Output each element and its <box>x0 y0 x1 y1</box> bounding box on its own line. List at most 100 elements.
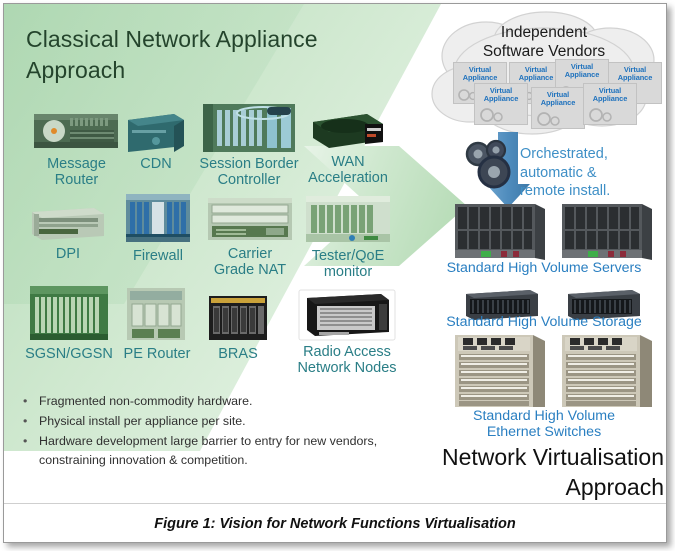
appliance-label-line1: Firewall <box>133 248 183 264</box>
session-border-controller-icon <box>203 104 295 152</box>
sgsn-ggsn-icon <box>30 286 108 340</box>
orchestration-line2: automatic & <box>520 164 597 181</box>
appliance-tester-qoe-monitor[interactable]: Tester/QoE monitor <box>298 192 398 280</box>
list-item: • Fragmented non-commodity hardware. <box>18 392 418 411</box>
page-title-virtualisation: Network Virtualisation Approach <box>414 442 664 503</box>
orchestration-line3: remote install. <box>520 183 611 200</box>
appliance-label-line1: DPI <box>55 246 81 262</box>
appliance-label-line1: PE Router <box>123 346 191 362</box>
va-line2: Appliance <box>564 70 600 80</box>
gear-icon <box>480 108 503 122</box>
appliance-label-line2: Controller <box>217 172 281 189</box>
servers-label: Standard High Volume Servers <box>446 260 642 276</box>
appliance-label-line1: Tester/QoE <box>311 248 385 264</box>
appliance-label-line1: CDN <box>140 156 172 172</box>
slide-canvas: Classical Network Appliance Approach Mes… <box>4 4 666 504</box>
dpi-icon <box>32 208 104 240</box>
appliance-label: WAN Acceleration <box>300 154 396 186</box>
virtual-appliance-box[interactable]: Virtual Appliance <box>583 83 637 125</box>
bullet-marker: • <box>23 394 28 408</box>
isv-title-line1: Independent <box>500 24 588 41</box>
va-line2: Appliance <box>592 94 628 104</box>
appliance-label-line1: Radio Access <box>303 344 391 360</box>
list-item: • Hardware development large barrier to … <box>18 432 418 470</box>
storage-label: Standard High Volume Storage <box>446 314 642 330</box>
isv-title: Independent Software Vendors <box>424 24 664 61</box>
va-line2: Appliance <box>483 94 519 104</box>
appliance-bras[interactable]: BRAS <box>200 292 276 362</box>
virtual-appliance-label: Virtual Appliance <box>609 63 661 83</box>
figure-frame: Classical Network Appliance Approach Mes… <box>3 3 667 543</box>
appliance-label-line2: Router <box>54 172 99 189</box>
appliance-label-line1: Carrier <box>227 246 273 262</box>
cdn-icon <box>128 114 184 152</box>
virtual-appliance-label: Virtual Appliance <box>532 88 584 108</box>
appliance-label-line1: Message <box>47 156 106 172</box>
appliance-message-router[interactable]: Message Router <box>24 108 129 188</box>
appliance-firewall[interactable]: Firewall <box>116 190 200 264</box>
nv-title-line1: Network Virtualisation <box>441 444 664 470</box>
va-line2: Appliance <box>462 73 498 83</box>
appliance-label-line2: monitor <box>323 264 373 281</box>
appliance-label-line1: SGSN/GGSN <box>25 346 113 362</box>
virtual-appliance-box[interactable]: Virtual Appliance <box>474 83 528 125</box>
appliance-session-border-controller[interactable]: Session Border Controller <box>190 102 308 188</box>
isv-title-line2: Software Vendors <box>482 42 606 60</box>
appliance-wan-acceleration[interactable]: WAN Acceleration <box>300 110 396 186</box>
appliance-carrier-grade-nat[interactable]: Carrier Grade NAT <box>198 194 302 278</box>
tester-qoe-monitor-icon <box>306 196 390 242</box>
gear-icon <box>589 108 612 122</box>
virtual-appliance-label: Virtual Appliance <box>556 60 608 80</box>
bras-icon <box>209 296 267 340</box>
radio-access-network-nodes-icon <box>298 289 396 341</box>
bullet-marker: • <box>23 413 28 428</box>
page-title-classical: Classical Network Appliance Approach <box>26 24 356 85</box>
wan-acceleration-icon <box>313 114 383 148</box>
figure-caption-text: Figure 1: Vision for Network Functions V… <box>154 515 516 532</box>
pe-router-icon <box>127 288 185 340</box>
ethernet-switch-chassis-icon <box>562 335 652 407</box>
gear-icon <box>537 112 560 126</box>
figure-caption: Figure 1: Vision for Network Functions V… <box>4 504 666 542</box>
switches-label-line1: Standard High Volume <box>473 408 615 424</box>
figure-container: Classical Network Appliance Approach Mes… <box>0 0 675 551</box>
appliance-label-line2: Acceleration <box>308 170 388 187</box>
appliance-label: Session Border Controller <box>190 156 308 188</box>
va-line2: Appliance <box>617 73 653 83</box>
server-blade-chassis-icon <box>562 204 652 260</box>
appliance-radio-access-network-nodes[interactable]: Radio Access Network Nodes <box>290 288 404 376</box>
bullet-text: Hardware development large barrier to en… <box>39 433 378 467</box>
bullet-text: Fragmented non-commodity hardware. <box>39 394 253 408</box>
appliance-label: CDN <box>116 156 196 172</box>
appliance-label: BRAS <box>200 346 276 362</box>
appliance-cdn[interactable]: CDN <box>116 108 196 172</box>
orchestration-text: Orchestrated, automatic & remote install… <box>520 145 666 201</box>
appliance-label-line1: Session Border <box>199 156 299 172</box>
gears-icon <box>465 139 511 189</box>
page-title-line1: Classical Network Appliance <box>26 26 318 52</box>
page-title-line2: Approach <box>26 56 126 83</box>
appliance-sgsn-ggsn[interactable]: SGSN/GGSN <box>16 282 122 362</box>
virtual-appliance-label: Virtual Appliance <box>584 84 636 104</box>
bullet-text: Physical install per appliance per site. <box>39 413 246 428</box>
appliance-label: PE Router <box>116 346 198 362</box>
server-blade-chassis-icon <box>455 204 545 260</box>
virtual-appliance-label: Virtual Appliance <box>454 63 506 83</box>
appliance-pe-router[interactable]: PE Router <box>116 284 198 362</box>
appliance-dpi[interactable]: DPI <box>22 202 114 262</box>
appliance-label: Radio Access Network Nodes <box>290 344 404 376</box>
virtual-appliance-box[interactable]: Virtual Appliance <box>531 87 585 129</box>
appliance-label: Carrier Grade NAT <box>198 246 302 278</box>
appliance-label: Message Router <box>24 156 129 188</box>
firewall-icon <box>126 194 190 242</box>
orchestration-line1: Orchestrated, <box>520 146 608 162</box>
virtual-appliance-label: Virtual Appliance <box>475 84 527 104</box>
switches-label-line2: Ethernet Switches <box>486 424 602 441</box>
appliance-label: SGSN/GGSN <box>16 346 122 362</box>
message-router-icon <box>33 114 118 148</box>
list-item: • Physical install per appliance per sit… <box>18 412 418 431</box>
appliance-label-line1: BRAS <box>218 346 258 362</box>
bullet-marker: • <box>23 433 28 448</box>
appliance-label: DPI <box>22 246 114 262</box>
va-line2: Appliance <box>540 98 576 108</box>
